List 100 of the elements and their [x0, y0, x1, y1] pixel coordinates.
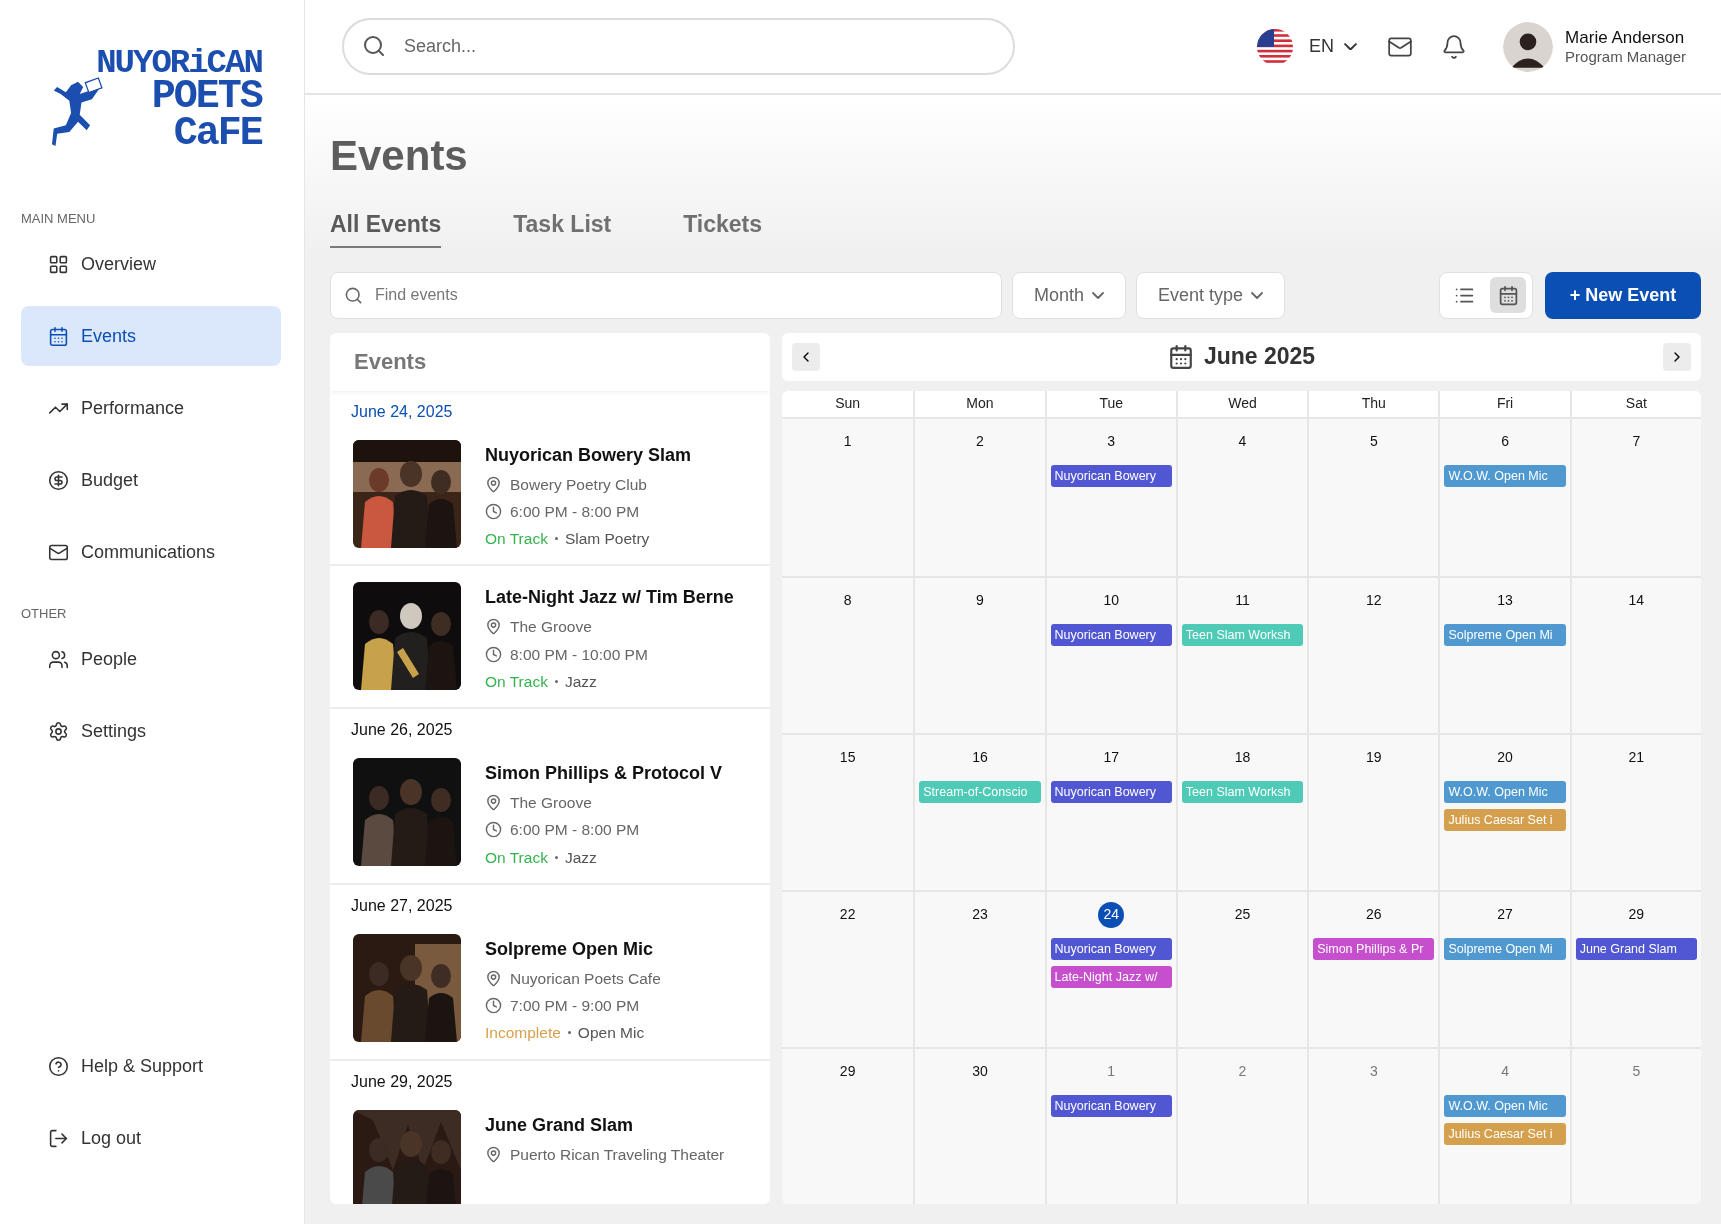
- day-cell[interactable]: 15: [782, 734, 914, 890]
- event-title[interactable]: Nuyorican Bowery Slam: [485, 441, 692, 469]
- event-chip[interactable]: Simon Phillips & Pr: [1313, 937, 1435, 960]
- find-field[interactable]: Find events: [330, 271, 1002, 319]
- venue-text: Puerto Rican Traveling Theater: [510, 1144, 725, 1165]
- day-cell[interactable]: 10 Nuyorican Bowery: [1044, 577, 1176, 733]
- sidebar-item[interactable]: Budget: [21, 450, 281, 511]
- day-cell[interactable]: 1: [782, 418, 914, 576]
- calendar-icon: [1167, 343, 1194, 370]
- day-cell[interactable]: 2: [1175, 1048, 1308, 1204]
- day-number: 30: [971, 1062, 989, 1082]
- day-cell[interactable]: 23: [913, 891, 1045, 1047]
- day-cell[interactable]: 5: [1569, 1048, 1701, 1204]
- status-text: On Track: [485, 529, 548, 549]
- event-title[interactable]: Simon Phillips & Protocol V: [485, 760, 723, 787]
- weekday-header: Tue: [1044, 390, 1176, 417]
- status-text: Incomplete: [485, 1023, 561, 1044]
- day-cell[interactable]: 17 Nuyorican Bowery: [1044, 734, 1176, 890]
- event-chip[interactable]: June Grand Slam: [1575, 937, 1697, 960]
- day-number: 1: [1106, 1062, 1117, 1082]
- time-text: 6:00 PM - 8:00 PM: [510, 820, 640, 841]
- sidebar-item[interactable]: Log out: [21, 1108, 281, 1168]
- tab[interactable]: Task List: [513, 207, 612, 248]
- day-cell[interactable]: 3 Nuyorican Bowery: [1044, 418, 1176, 576]
- day-number: 2: [975, 432, 985, 451]
- day-cell[interactable]: 1 Nuyorican Bowery: [1044, 1048, 1176, 1204]
- location-icon: [485, 1145, 502, 1163]
- sidebar-item[interactable]: Help & Support: [21, 1036, 281, 1096]
- day-cell[interactable]: 12: [1307, 577, 1439, 733]
- day-cell[interactable]: 16 Stream-of-Conscio: [913, 734, 1045, 890]
- tab[interactable]: Tickets: [683, 207, 763, 248]
- day-cell[interactable]: 4: [1175, 418, 1308, 576]
- bell-icon[interactable]: [1441, 33, 1468, 60]
- clock-icon: [485, 821, 502, 839]
- day-cell[interactable]: 26 Simon Phillips & Pr: [1307, 891, 1439, 1047]
- day-number: 6: [1500, 432, 1510, 451]
- avatar[interactable]: [1503, 21, 1554, 72]
- category-text: Slam Poetry: [564, 529, 650, 549]
- day-cell[interactable]: 11 Teen Slam Worksh: [1175, 577, 1308, 733]
- event-chip[interactable]: Late-Night Jazz w/: [1050, 965, 1172, 988]
- day-cell[interactable]: 9: [913, 577, 1045, 733]
- day-number: 17: [1102, 748, 1120, 768]
- search-field[interactable]: Search...: [342, 18, 1015, 75]
- clock-icon: [485, 502, 502, 520]
- calendar-icon: [1497, 284, 1519, 306]
- day-number: 22: [838, 905, 857, 925]
- day-number: 10: [1102, 591, 1120, 611]
- filter-dropdown[interactable]: Month: [1012, 271, 1127, 319]
- sidebar-item[interactable]: People: [21, 629, 281, 690]
- time-text: 6:00 PM - 8:00 PM: [510, 501, 640, 522]
- next-month-button[interactable]: [1663, 342, 1691, 371]
- grid-icon: [48, 253, 69, 275]
- day-number: 27: [1496, 905, 1514, 925]
- calendar-icon: [48, 325, 69, 347]
- day-cell[interactable]: 3: [1307, 1048, 1439, 1204]
- view-button[interactable]: [1490, 277, 1526, 313]
- chevron-down-icon: [1092, 291, 1105, 299]
- day-cell[interactable]: 5: [1307, 418, 1439, 576]
- venue-text: Bowery Poetry Club: [510, 474, 647, 495]
- event-title[interactable]: Solpreme Open Mic: [485, 935, 661, 963]
- sidebar-item[interactable]: Performance: [21, 378, 281, 439]
- sidebar-item[interactable]: Communications: [21, 522, 281, 583]
- day-cell[interactable]: 21: [1569, 734, 1701, 890]
- event-chip[interactable]: Nuyorican Bowery: [1050, 780, 1172, 803]
- sidebar-item[interactable]: Settings: [21, 701, 281, 762]
- day-cell[interactable]: 29: [782, 1048, 914, 1204]
- event-chip[interactable]: Nuyorican Bowery: [1050, 937, 1172, 960]
- previous-month-button[interactable]: [792, 342, 820, 371]
- tab[interactable]: All Events: [330, 207, 442, 248]
- people-icon: [48, 649, 69, 671]
- event-chip[interactable]: Nuyorican Bowery: [1050, 464, 1172, 487]
- day-cell[interactable]: 27 Solpreme Open Mi: [1438, 891, 1570, 1047]
- language-selector[interactable]: EN: [1257, 28, 1358, 65]
- event-title[interactable]: Late-Night Jazz w/ Tim Berne: [485, 584, 734, 612]
- sidebar-item[interactable]: Overview: [21, 234, 281, 295]
- day-cell[interactable]: 19: [1307, 734, 1439, 890]
- day-cell[interactable]: 18 Teen Slam Worksh: [1175, 734, 1308, 890]
- day-number: 2: [1237, 1062, 1248, 1082]
- day-cell[interactable]: 29 June Grand Slam: [1569, 891, 1701, 1047]
- date-heading: June 24, 2025: [350, 401, 454, 422]
- location-icon: [485, 618, 502, 636]
- day-cell[interactable]: 7: [1569, 418, 1701, 576]
- day-cell[interactable]: 22: [782, 891, 914, 1047]
- event-chip[interactable]: Nuyorican Bowery: [1050, 623, 1172, 646]
- day-cell[interactable]: 30: [913, 1048, 1045, 1204]
- day-cell[interactable]: 8: [782, 577, 914, 733]
- event-chip[interactable]: Nuyorican Bowery: [1050, 1094, 1172, 1117]
- logo-text: NUYORiCAN: [96, 48, 262, 80]
- day-cell[interactable]: 6 W.O.W. Open Mic: [1438, 418, 1570, 576]
- filter-dropdown[interactable]: Event type: [1136, 271, 1286, 319]
- event-title[interactable]: June Grand Slam: [485, 1111, 725, 1139]
- sidebar-item[interactable]: Events: [21, 306, 281, 367]
- day-cell[interactable]: 25: [1175, 891, 1308, 1047]
- day-cell[interactable]: 14: [1569, 577, 1701, 733]
- day-cell[interactable]: 2: [913, 418, 1045, 576]
- new-event-button[interactable]: + New Event: [1545, 271, 1701, 319]
- day-cell[interactable]: 13 Solpreme Open Mi: [1438, 577, 1570, 733]
- day-number: 9: [975, 591, 985, 611]
- day-cell[interactable]: 24 Nuyorican Bowery Late-Night Jazz w/: [1044, 891, 1176, 1047]
- chevron-down-icon: [1344, 42, 1358, 51]
